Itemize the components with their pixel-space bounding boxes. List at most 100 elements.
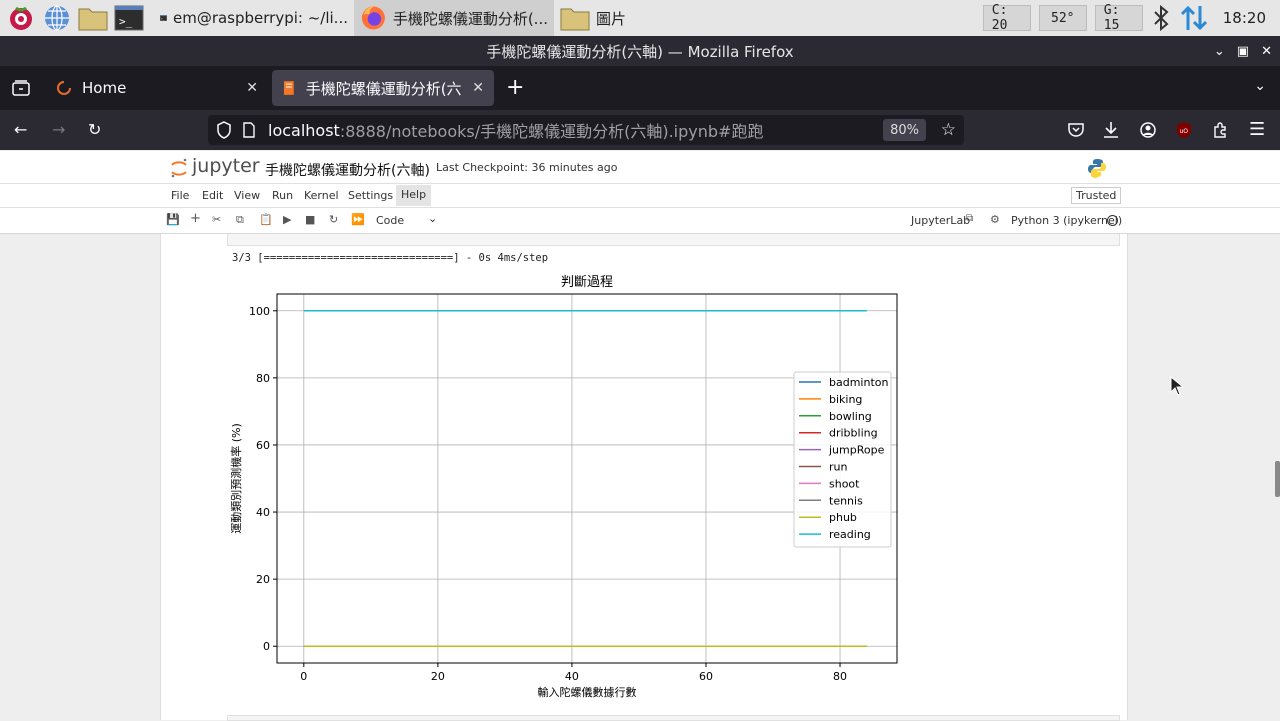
back-icon[interactable]: ← (14, 120, 27, 139)
tab-label: Home (82, 79, 127, 97)
debugger-icon[interactable]: ⚙ (990, 213, 1000, 226)
taskbar-task-pictures[interactable]: 圖片 (554, 0, 644, 36)
stop-icon[interactable]: ■ (305, 213, 315, 226)
raspberry-menu-icon[interactable] (6, 3, 36, 33)
nav-toolbar: ← → ↻ localhost:8888/notebooks/手機陀螺儀運動分析… (0, 110, 1280, 150)
page-content: jupyter 手機陀螺儀運動分析(六軸) Last Checkpoint: 3… (0, 151, 1280, 721)
kernel-name[interactable]: Python 3 (ipykernel) (1011, 214, 1122, 227)
svg-text:>_: >_ (161, 18, 165, 21)
taskbar-task-label: em@raspberrypi: ~/li... (172, 9, 348, 27)
chevron-down-icon[interactable]: ⌄ (428, 212, 437, 225)
loading-spinner-icon (57, 81, 71, 95)
restart-icon[interactable]: ↻ (329, 213, 338, 226)
mouse-cursor-icon (1170, 376, 1184, 396)
tab-notebook[interactable]: 手機陀螺儀運動分析(六軸 ✕ (272, 70, 494, 106)
hamburger-menu-icon[interactable]: ☰ (1249, 119, 1265, 140)
cpu-monitor[interactable]: C: 20 (982, 3, 1031, 33)
network-arrows-icon[interactable] (1179, 4, 1209, 32)
save-icon[interactable]: 💾 (166, 213, 180, 226)
jupyter-wordmark: jupyter (192, 155, 260, 177)
run-icon[interactable]: ▶ (283, 213, 291, 226)
extensions-icon[interactable] (1212, 122, 1228, 138)
menu-settings[interactable]: Settings (348, 189, 393, 202)
prediction-chart: 0 20 40 60 80 0 20 40 60 80 100 判斷過程 輸入陀螺儀數據行數 運動類… (229, 275, 898, 699)
checkpoint-status: Last Checkpoint: 36 minutes ago (436, 161, 618, 174)
downloads-icon[interactable] (1103, 121, 1119, 139)
page-info-icon[interactable] (242, 122, 256, 138)
taskbar-task-terminal[interactable]: >_ em@raspberrypi: ~/li... (154, 0, 354, 36)
list-all-tabs-icon[interactable]: ⌄ (1254, 78, 1266, 94)
url-path: :8888/notebooks/手機陀螺儀運動分析(六軸).ipynb#跑跑 (339, 122, 764, 141)
url-bar[interactable]: localhost:8888/notebooks/手機陀螺儀運動分析(六軸).i… (208, 115, 964, 145)
ublock-origin-icon[interactable]: uO (1175, 121, 1193, 139)
gpu-monitor[interactable]: G: 15 (1094, 3, 1143, 33)
close-tab-icon[interactable]: ✕ (472, 80, 484, 96)
firefox-view-icon[interactable] (12, 80, 30, 96)
menu-view[interactable]: View (234, 189, 260, 202)
y-tick-label: 40 (256, 506, 270, 519)
zoom-level[interactable]: 80% (883, 119, 926, 141)
file-manager-icon[interactable] (78, 3, 108, 33)
menu-help[interactable]: Help (396, 185, 432, 206)
y-tick-label: 60 (256, 439, 270, 452)
x-tick-label: 40 (565, 670, 579, 683)
cut-icon[interactable]: ✂ (212, 213, 221, 226)
close-tab-icon[interactable]: ✕ (246, 80, 258, 96)
legend-label: reading (829, 528, 871, 541)
legend-label: biking (829, 393, 862, 406)
terminal-icon[interactable]: >_ (114, 3, 144, 33)
account-icon[interactable] (1140, 122, 1156, 138)
add-cell-icon[interactable]: + (190, 211, 201, 226)
legend-label: shoot (829, 477, 860, 490)
notebook-panel: 3/3 [==============================] - 0… (160, 234, 1128, 721)
web-browser-icon[interactable] (42, 3, 72, 33)
tab-label: 手機陀螺儀運動分析(六軸 (305, 79, 463, 98)
legend-label: phub (829, 511, 857, 524)
x-axis-label: 輸入陀螺儀數據行數 (538, 685, 637, 699)
page-scrollbar[interactable] (1275, 461, 1280, 497)
menu-kernel[interactable]: Kernel (304, 189, 339, 202)
x-tick-label: 80 (833, 670, 847, 683)
taskbar-task-label: 圖片 (596, 9, 627, 28)
reload-icon[interactable]: ↻ (88, 120, 101, 139)
y-tick-label: 80 (256, 372, 270, 385)
code-cell-input[interactable] (227, 234, 1120, 246)
menu-edit[interactable]: Edit (202, 189, 223, 202)
close-icon[interactable]: ✕ (1261, 44, 1272, 59)
temperature-monitor[interactable]: 52° (1038, 5, 1087, 31)
external-link-icon: ⧉ (966, 213, 974, 224)
jupyter-header: jupyter 手機陀螺儀運動分析(六軸) Last Checkpoint: 3… (0, 151, 1280, 184)
next-code-cell[interactable] (227, 715, 1120, 721)
tab-home[interactable]: Home ✕ (46, 70, 268, 106)
chart-legend: badminton biking bowling dribbling jumpRope r… (793, 371, 892, 548)
url-host: localhost (268, 120, 340, 140)
bluetooth-icon[interactable] (1151, 5, 1171, 31)
jupyterlab-link[interactable]: JupyterLab (911, 214, 970, 227)
menu-file[interactable]: File (171, 189, 189, 202)
jupyter-menubar: File Edit View Run Kernel Settings Help … (0, 184, 1280, 208)
shield-icon[interactable] (216, 121, 232, 139)
jupyter-logo-icon[interactable] (170, 157, 188, 179)
maximize-icon[interactable]: ▣ (1237, 44, 1249, 59)
y-axis-label: 運動類別預測機率 (%) (229, 423, 243, 534)
pocket-icon[interactable] (1067, 122, 1085, 138)
copy-icon[interactable]: ⧉ (236, 213, 244, 227)
taskbar-task-firefox[interactable]: 手機陀螺儀運動分析(... (354, 0, 554, 36)
legend-label: run (829, 461, 847, 474)
menu-run[interactable]: Run (272, 189, 293, 202)
jupyter-notebook-icon (283, 81, 294, 95)
restart-run-all-icon[interactable]: ⏩ (351, 213, 365, 226)
notebook-title[interactable]: 手機陀螺儀運動分析(六軸) (265, 160, 430, 180)
bookmark-star-icon[interactable]: ☆ (941, 120, 956, 140)
trusted-badge[interactable]: Trusted (1071, 187, 1122, 204)
firefox-icon (361, 6, 385, 30)
tab-bar: Home ✕ 手機陀螺儀運動分析(六軸 ✕ + ⌄ (0, 66, 1280, 110)
output-progress-line: 3/3 [==============================] - 0… (232, 252, 549, 264)
paste-icon[interactable]: 📋 (259, 213, 273, 226)
y-tick-label: 100 (249, 305, 270, 318)
forward-icon[interactable]: → (52, 120, 65, 139)
cell-type-select[interactable]: Code (376, 214, 404, 227)
minimize-icon[interactable]: ⌄ (1214, 44, 1225, 59)
clock[interactable]: 18:20 (1223, 9, 1266, 27)
new-tab-icon[interactable]: + (506, 75, 524, 100)
